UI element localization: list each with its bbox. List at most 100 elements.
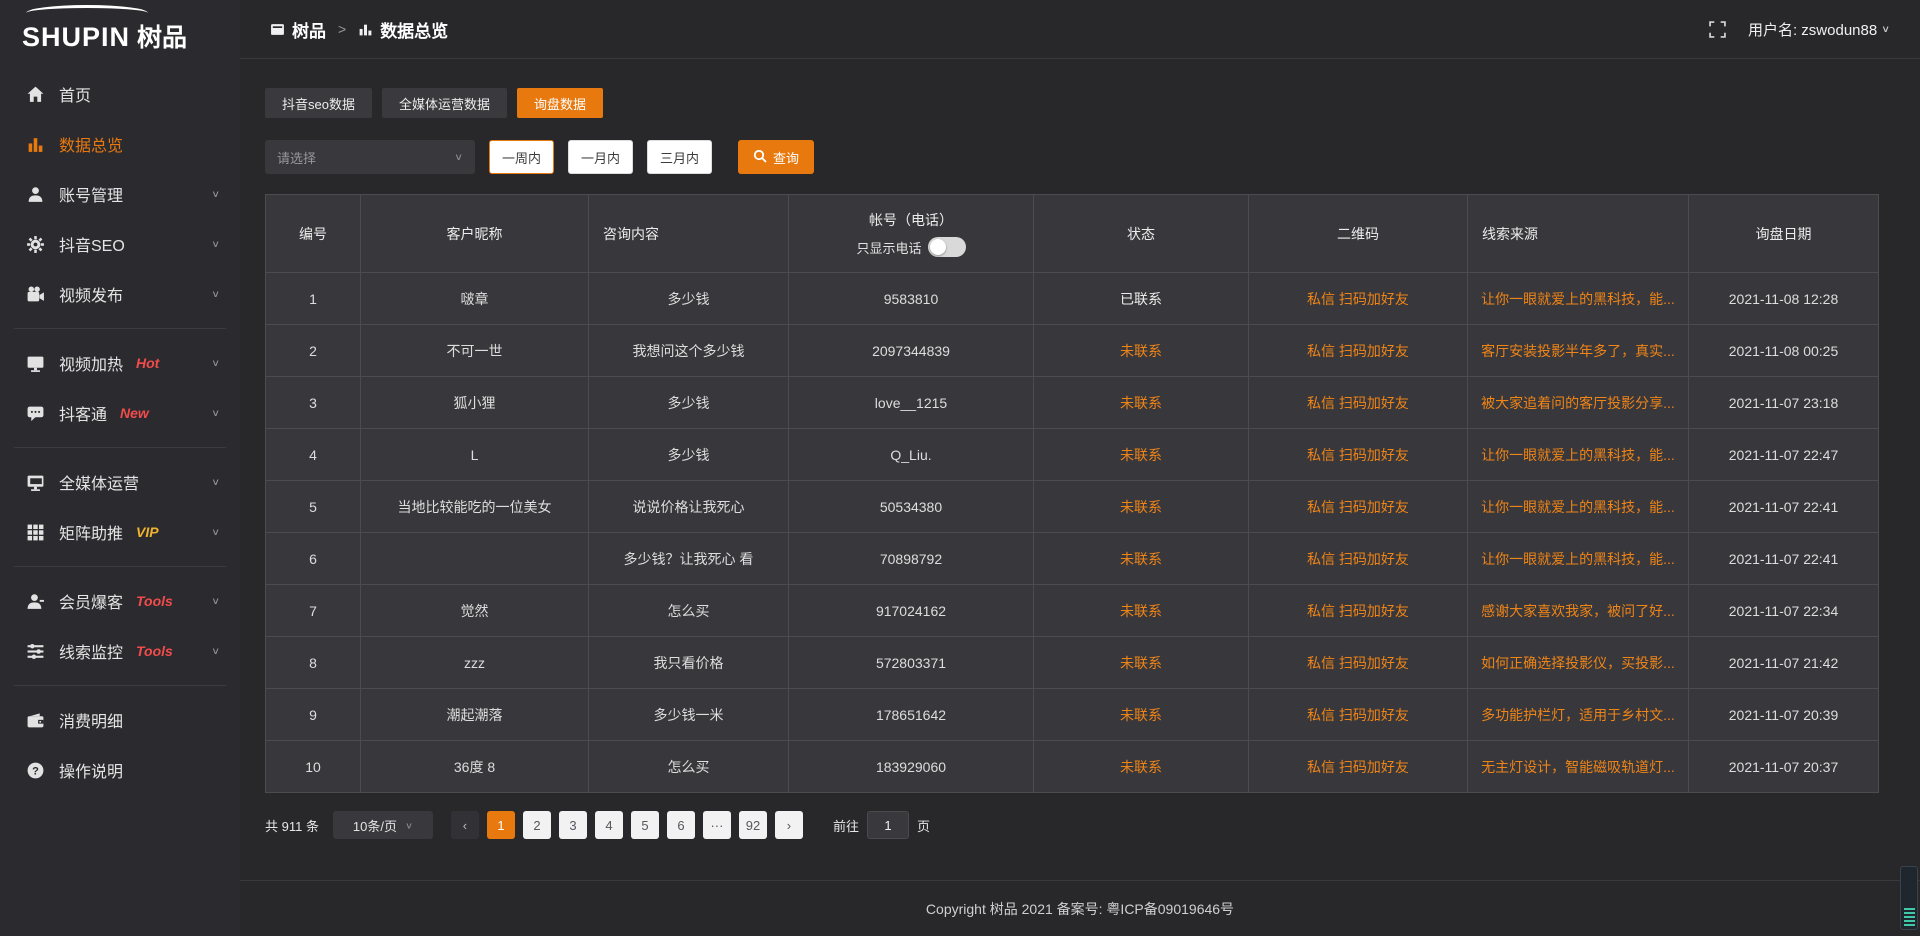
sidebar-item-douketong[interactable]: 抖客通 New ∨ — [0, 388, 240, 438]
tab-douyin-seo-data[interactable]: 抖音seo数据 — [265, 88, 372, 118]
topbar-right: 用户名: zswodun88 ∨ — [1709, 19, 1890, 40]
goto-suffix: 页 — [917, 816, 930, 835]
inquiry-table: 编号 客户昵称 咨询内容 帐号（电话） 只显示电话 — [265, 194, 1879, 793]
inquiry-date: 2021-11-07 22:34 — [1729, 603, 1839, 619]
sidebar-item-omnimedia-operation[interactable]: 全媒体运营 ∨ — [0, 457, 240, 507]
next-page-button[interactable]: › — [775, 811, 803, 839]
tab-inquiry-data[interactable]: 询盘数据 — [517, 88, 603, 118]
sidebar-item-lead-monitor[interactable]: 线索监控 Tools ∨ — [0, 626, 240, 676]
page-button-2[interactable]: 2 — [523, 811, 551, 839]
lead-source-link[interactable]: 如何正确选择投影仪，买投影... — [1481, 655, 1675, 671]
qrcode-actions[interactable]: 私信 扫码加好友 — [1307, 499, 1409, 515]
sidebar-item-consumption-detail[interactable]: 消费明细 — [0, 695, 240, 745]
inquiry-date: 2021-11-08 12:28 — [1729, 291, 1839, 307]
user-menu[interactable]: 用户名: zswodun88 ∨ — [1748, 19, 1890, 40]
table-row: 9 潮起潮落 多少钱一米 178651642 未联系 私信 扫码加好友 多功能护… — [266, 689, 1879, 741]
col-header-content: 咨询内容 — [603, 226, 659, 242]
page-button-4[interactable]: 4 — [595, 811, 623, 839]
gear-icon — [26, 235, 45, 254]
logo-arc — [26, 5, 148, 21]
floating-widget[interactable] — [1900, 866, 1918, 930]
period-button-month[interactable]: 一月内 — [568, 140, 633, 174]
lead-source-link[interactable]: 多功能护栏灯，适用于乡村文... — [1481, 707, 1675, 723]
sidebar-item-video-boost[interactable]: 视频加热 Hot ∨ — [0, 338, 240, 388]
period-button-week[interactable]: 一周内 — [489, 140, 554, 174]
lead-source-link[interactable]: 感谢大家喜欢我家，被问了好... — [1481, 603, 1675, 619]
page-size-select[interactable]: 10条/页 ∨ — [333, 811, 433, 839]
row-id: 6 — [309, 551, 317, 567]
page-button-5[interactable]: 5 — [631, 811, 659, 839]
breadcrumb-item-shupin[interactable]: 树品 — [270, 17, 326, 42]
sidebar-divider — [14, 447, 226, 448]
col-header-status: 状态 — [1127, 226, 1155, 242]
page-button-6[interactable]: 6 — [667, 811, 695, 839]
account-phone: 9583810 — [884, 291, 939, 307]
customer-nickname: zzz — [464, 655, 485, 671]
qrcode-actions[interactable]: 私信 扫码加好友 — [1307, 447, 1409, 463]
lead-source-link[interactable]: 客厅安装投影半年多了，真实... — [1481, 343, 1675, 359]
inquiry-date: 2021-11-07 22:41 — [1729, 499, 1839, 515]
account-phone: Q_Liu. — [890, 447, 931, 463]
page-footer: Copyright 树品 2021 备案号: 粤ICP备09019646号 — [240, 880, 1920, 936]
filter-select[interactable]: 请选择 ∨ — [265, 140, 475, 174]
qrcode-actions[interactable]: 私信 扫码加好友 — [1307, 603, 1409, 619]
question-icon: ? — [26, 761, 45, 780]
sidebar-item-label: 视频加热 — [59, 351, 123, 375]
lead-source-link[interactable]: 让你一眼就爱上的黑科技，能... — [1481, 291, 1675, 307]
lead-source-link[interactable]: 无主灯设计，智能磁吸轨道灯... — [1481, 759, 1675, 775]
search-button[interactable]: 查询 — [738, 140, 814, 174]
customer-nickname: 啵章 — [461, 291, 489, 307]
search-button-label: 查询 — [773, 148, 799, 167]
sidebar-item-member-burst[interactable]: 会员爆客 Tools ∨ — [0, 576, 240, 626]
qrcode-actions[interactable]: 私信 扫码加好友 — [1307, 291, 1409, 307]
lead-source-link[interactable]: 让你一眼就爱上的黑科技，能... — [1481, 551, 1675, 567]
sidebar-item-label: 操作说明 — [59, 758, 123, 782]
pagination: 共 911 条 10条/页 ∨ ‹ 1 2 3 4 5 6 ··· 92 › 前… — [265, 811, 1920, 839]
sidebar-divider — [14, 328, 226, 329]
phone-only-toggle[interactable] — [928, 237, 966, 257]
page-button-3[interactable]: 3 — [559, 811, 587, 839]
inquiry-date: 2021-11-07 20:39 — [1729, 707, 1839, 723]
lead-source-link[interactable]: 让你一眼就爱上的黑科技，能... — [1481, 447, 1675, 463]
col-header-id: 编号 — [299, 226, 327, 242]
chevron-down-icon: ∨ — [405, 820, 413, 830]
brand-logo[interactable]: SHUPIN 树品 — [0, 0, 240, 59]
prev-page-button[interactable]: ‹ — [451, 811, 479, 839]
chevron-down-icon: ∨ — [211, 238, 220, 249]
inquiry-content: 多少钱？让我死心 看 — [624, 551, 754, 567]
lead-source-link[interactable]: 让你一眼就爱上的黑科技，能... — [1481, 499, 1675, 515]
svg-text:?: ? — [32, 765, 39, 777]
page-ellipsis-button[interactable]: ··· — [703, 811, 731, 839]
fullscreen-icon[interactable] — [1709, 21, 1726, 38]
sidebar-item-label: 数据总览 — [59, 132, 123, 156]
qrcode-actions[interactable]: 私信 扫码加好友 — [1307, 395, 1409, 411]
col-header-nickname: 客户昵称 — [447, 226, 503, 242]
sidebar-item-data-overview[interactable]: 数据总览 — [0, 119, 240, 169]
table-row: 4 L 多少钱 Q_Liu. 未联系 私信 扫码加好友 让你一眼就爱上的黑科技，… — [266, 429, 1879, 481]
sidebar-item-account-management[interactable]: 账号管理 ∨ — [0, 169, 240, 219]
qrcode-actions[interactable]: 私信 扫码加好友 — [1307, 707, 1409, 723]
lead-source-link[interactable]: 被大家追着问的客厅投影分享... — [1481, 395, 1675, 411]
total-count: 共 911 条 — [265, 816, 319, 835]
sidebar-item-home[interactable]: 首页 — [0, 69, 240, 119]
page-button-1[interactable]: 1 — [487, 811, 515, 839]
qrcode-actions[interactable]: 私信 扫码加好友 — [1307, 343, 1409, 359]
goto-page-input[interactable] — [867, 811, 909, 839]
sidebar-item-matrix-boost[interactable]: 矩阵助推 VIP ∨ — [0, 507, 240, 557]
sidebar-item-label: 矩阵助推 — [59, 520, 123, 544]
sidebar: SHUPIN 树品 首页 数据总览 账号管理 ∨ 抖音SEO ∨ — [0, 0, 240, 936]
period-button-quarter[interactable]: 三月内 — [647, 140, 712, 174]
sidebar-item-video-publish[interactable]: 视频发布 ∨ — [0, 269, 240, 319]
qrcode-actions[interactable]: 私信 扫码加好友 — [1307, 759, 1409, 775]
breadcrumb-item-data-overview[interactable]: 数据总览 — [358, 17, 448, 42]
chevron-down-icon: ∨ — [211, 288, 220, 299]
qrcode-actions[interactable]: 私信 扫码加好友 — [1307, 655, 1409, 671]
customer-nickname: 36度 8 — [454, 759, 495, 775]
page-button-92[interactable]: 92 — [739, 811, 767, 839]
sidebar-item-instructions[interactable]: ? 操作说明 — [0, 745, 240, 795]
sidebar-item-douyin-seo[interactable]: 抖音SEO ∨ — [0, 219, 240, 269]
sidebar-menu: 首页 数据总览 账号管理 ∨ 抖音SEO ∨ 视频发布 ∨ — [0, 59, 240, 936]
tab-omnimedia-data[interactable]: 全媒体运营数据 — [382, 88, 507, 118]
sidebar-item-label: 线索监控 — [59, 639, 123, 663]
qrcode-actions[interactable]: 私信 扫码加好友 — [1307, 551, 1409, 567]
